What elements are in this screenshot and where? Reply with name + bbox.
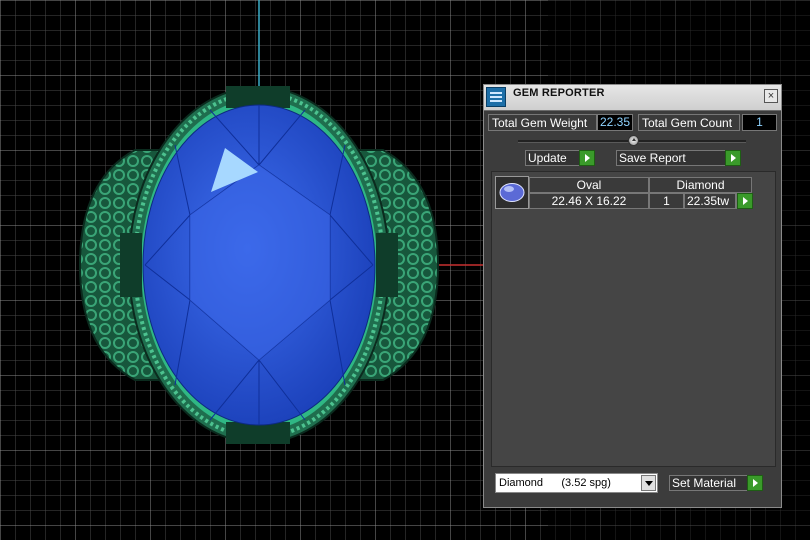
gem-weight: 22.35tw [684, 193, 736, 209]
play-arrow-icon [747, 475, 763, 491]
save-report-button-label: Save Report [619, 151, 686, 165]
gem-reporter-panel: GEM REPORTER × Total Gem Weight 22.35 To… [483, 84, 782, 508]
gem-reporter-icon [486, 87, 506, 107]
total-gem-weight-value: 22.35 [597, 114, 633, 131]
total-gem-count-label: Total Gem Count [638, 114, 740, 131]
set-material-button[interactable]: Set Material [669, 475, 763, 491]
oval-gem-icon[interactable] [495, 176, 529, 209]
collapse-handle-icon[interactable] [628, 135, 639, 146]
panel-title: GEM REPORTER [513, 87, 605, 99]
update-button[interactable]: Update [525, 150, 595, 166]
set-material-button-label: Set Material [672, 476, 737, 490]
total-gem-count-value: 1 [742, 114, 777, 131]
close-icon[interactable]: × [764, 89, 778, 103]
gem-row-action-button[interactable] [736, 193, 753, 209]
gem-dimensions: 22.46 X 16.22 [529, 193, 649, 209]
play-arrow-icon [737, 193, 753, 209]
gem-list[interactable]: Oval Diamond 22.46 X 16.22 1 22.35tw [491, 171, 776, 467]
panel-titlebar[interactable]: GEM REPORTER × [484, 85, 781, 111]
total-gem-weight-label: Total Gem Weight [488, 114, 597, 131]
material-select-value: Diamond (3.52 spg) [499, 477, 611, 489]
play-arrow-icon [725, 150, 741, 166]
table-header-material: Diamond [649, 177, 752, 193]
play-arrow-icon [579, 150, 595, 166]
update-button-label: Update [528, 151, 567, 165]
save-report-button[interactable]: Save Report [616, 150, 741, 166]
table-header-shape: Oval [529, 177, 649, 193]
gem-count: 1 [649, 193, 684, 209]
material-select[interactable]: Diamond (3.52 spg) [495, 473, 658, 493]
chevron-down-icon[interactable] [641, 475, 656, 491]
